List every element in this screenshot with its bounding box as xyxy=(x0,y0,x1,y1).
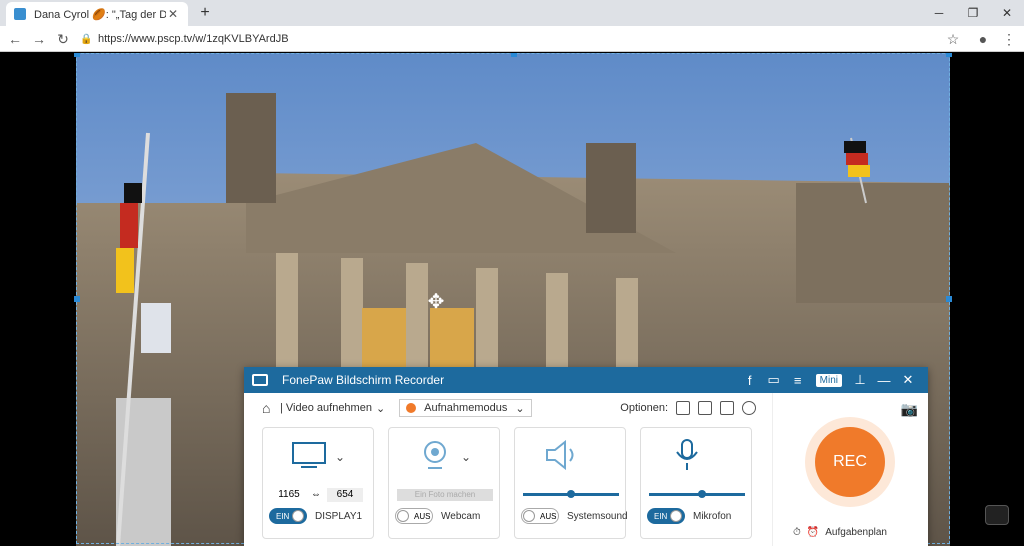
webcam-label: Webcam xyxy=(441,511,481,522)
schedule-label: Aufgabenplan xyxy=(825,527,887,538)
display-card: ⌄ 1165 ⇔ 654 EIN DISPLAY1 xyxy=(262,427,374,539)
move-cursor-icon: ✥ xyxy=(427,291,445,313)
settings-gear-icon[interactable] xyxy=(742,401,756,415)
video-mode-dropdown[interactable]: | Video aufnehmen xyxy=(280,402,372,414)
bookmark-star-icon[interactable]: ☆ xyxy=(944,30,962,48)
mini-button[interactable]: Mini xyxy=(815,373,842,387)
mic-label: Mikrofon xyxy=(693,511,732,522)
tab-title: Dana Cyrol 🏉: "„Tag der Deutsch… xyxy=(34,8,166,21)
chat-toggle-button[interactable] xyxy=(985,505,1009,525)
lock-icon: 🔒 xyxy=(80,34,93,45)
chevron-down-icon[interactable]: ⌄ xyxy=(461,450,471,464)
back-icon[interactable]: ← xyxy=(6,30,24,48)
slider-knob[interactable] xyxy=(567,490,575,498)
window-close-button[interactable]: ✕ xyxy=(990,0,1024,26)
facebook-icon[interactable]: f xyxy=(738,373,762,388)
browser-tab-strip: Dana Cyrol 🏉: "„Tag der Deutsch… ✕ + ─ ❐… xyxy=(0,0,1024,26)
browser-tab[interactable]: Dana Cyrol 🏉: "„Tag der Deutsch… ✕ xyxy=(6,2,188,26)
webcam-card: ⌄ Ein Foto machen AUS Webcam xyxy=(388,427,500,539)
toggle-label: EIN xyxy=(654,511,668,521)
toggle-label: EIN xyxy=(276,511,290,521)
webcam-icon[interactable] xyxy=(417,440,453,470)
schedule-group[interactable]: ⏱ ⏰ Aufgabenplan xyxy=(793,527,887,538)
link-icon[interactable]: ⇔ xyxy=(309,488,323,502)
new-tab-button[interactable]: + xyxy=(196,4,214,22)
display-label[interactable]: DISPLAY1 xyxy=(315,511,362,522)
display-toggle[interactable]: EIN xyxy=(269,508,307,524)
export-icon[interactable] xyxy=(698,401,712,415)
reload-icon[interactable]: ↻ xyxy=(54,30,72,48)
recorder-titlebar: FonePaw Bildschirm Recorder f ▭ ≡ Mini ⊥… xyxy=(244,367,928,393)
browser-toolbar: ← → ↻ 🔒 https://www.pscp.tv/w/1zqKVLBYAr… xyxy=(0,26,1024,52)
menu-kebab-icon[interactable]: ⋮ xyxy=(1000,30,1018,48)
toggle-knob xyxy=(670,510,682,522)
options-group: Optionen: xyxy=(620,401,756,415)
recorder-title: FonePaw Bildschirm Recorder xyxy=(282,373,445,387)
recorder-window: FonePaw Bildschirm Recorder f ▭ ≡ Mini ⊥… xyxy=(244,367,928,546)
tab-close-icon[interactable]: ✕ xyxy=(166,7,180,21)
slider-knob[interactable] xyxy=(697,490,706,498)
camera-logo-icon xyxy=(252,374,268,386)
mouse-icon[interactable] xyxy=(676,401,690,415)
speaker-icon[interactable] xyxy=(543,440,579,470)
menu-icon[interactable]: ≡ xyxy=(786,373,810,388)
toggle-label: AUS xyxy=(540,511,557,521)
width-input[interactable]: 1165 xyxy=(271,488,307,502)
systemsound-label: Systemsound xyxy=(567,511,628,522)
mode-label: Aufnahmemodus xyxy=(424,402,508,414)
microphone-icon[interactable] xyxy=(669,439,705,470)
favicon-icon xyxy=(14,8,26,20)
url-text: https://www.pscp.tv/w/1zqKVLBYArdJB xyxy=(98,33,289,45)
recording-mode-dropdown[interactable]: Aufnahmemodus ⌄ xyxy=(399,399,532,417)
feedback-icon[interactable]: ▭ xyxy=(762,372,786,388)
home-icon[interactable]: ⌂ xyxy=(262,401,276,415)
toggle-knob xyxy=(523,510,535,522)
systemsound-slider[interactable] xyxy=(523,490,619,498)
mic-card: EIN Mikrofon xyxy=(640,427,752,539)
toggle-label: AUS xyxy=(414,511,431,521)
options-label: Optionen: xyxy=(620,402,668,414)
chevron-down-icon[interactable]: ⌄ xyxy=(376,402,385,415)
chevron-down-icon[interactable]: ⌄ xyxy=(335,450,345,464)
alarm-icon[interactable]: ⏰ xyxy=(807,527,819,538)
rec-area: 📷 REC ⏱ ⏰ Aufgabenplan xyxy=(772,393,928,546)
toggle-knob xyxy=(292,510,304,522)
pin-icon[interactable]: ⊥ xyxy=(848,372,872,388)
close-icon[interactable]: ✕ xyxy=(896,372,920,388)
recorder-toolbar: ⌂ | Video aufnehmen ⌄ Aufnahmemodus ⌄ Op… xyxy=(244,393,774,423)
webcam-toggle[interactable]: AUS xyxy=(395,508,433,524)
height-input[interactable]: 654 xyxy=(327,488,363,502)
mic-slider[interactable] xyxy=(649,490,745,498)
systemsound-toggle[interactable]: AUS xyxy=(521,508,559,524)
screenshot-camera-icon[interactable]: 📷 xyxy=(901,401,918,418)
minimize-button[interactable]: ─ xyxy=(922,0,956,26)
take-photo-button[interactable]: Ein Foto machen xyxy=(397,489,493,501)
mode-dot-icon xyxy=(406,403,417,413)
mic-toggle[interactable]: EIN xyxy=(647,508,685,524)
minimize-icon[interactable]: — xyxy=(872,373,896,388)
forward-icon[interactable]: → xyxy=(30,30,48,48)
rec-button[interactable]: REC xyxy=(815,427,885,497)
address-bar[interactable]: 🔒 https://www.pscp.tv/w/1zqKVLBYArdJB xyxy=(80,29,1000,49)
restore-button[interactable]: ❐ xyxy=(956,0,990,26)
timer-icon[interactable]: ⏱ xyxy=(793,527,801,538)
systemsound-card: AUS Systemsound xyxy=(514,427,628,539)
fps-icon[interactable] xyxy=(720,401,734,415)
profile-icon[interactable]: ● xyxy=(974,30,992,48)
monitor-icon[interactable] xyxy=(291,440,327,470)
chevron-down-icon: ⌄ xyxy=(515,402,525,415)
toggle-knob xyxy=(397,510,409,522)
